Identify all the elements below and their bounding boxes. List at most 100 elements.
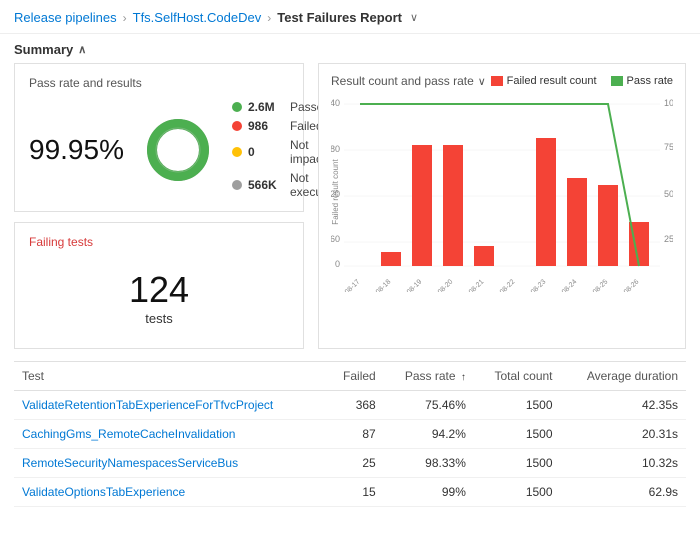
col-header-failed: Failed [327, 362, 384, 391]
failing-tests-content: 124 tests [29, 259, 289, 336]
table-row: CachingGms_RemoteCacheInvalidation 87 94… [14, 420, 686, 449]
svg-text:100: 100 [664, 98, 673, 108]
svg-text:0: 0 [335, 259, 340, 269]
chart-legend-failed-color [491, 76, 503, 86]
pass-rate-title: Pass rate and results [29, 76, 289, 90]
left-panel: Pass rate and results 99.95% [14, 63, 304, 349]
bar-3 [443, 145, 463, 266]
chart-title: Result count and pass rate ∨ [331, 74, 486, 88]
pass-rate-percentage: 99.95% [29, 134, 124, 166]
cell-avg-duration: 20.31s [561, 420, 686, 449]
table-header-row: Test Failed Pass rate ↑ Total count Aver… [14, 362, 686, 391]
cell-pass-rate: 99% [384, 478, 474, 507]
svg-text:25: 25 [664, 234, 673, 244]
legend-failed-value: 986 [248, 119, 284, 133]
chart-legend-passrate: Pass rate [611, 75, 673, 87]
cell-avg-duration: 42.35s [561, 391, 686, 420]
breadcrumb: Release pipelines › Tfs.SelfHost.CodeDev… [0, 0, 700, 34]
svg-text:2018-08-22: 2018-08-22 [486, 278, 516, 292]
summary-toggle-icon[interactable]: ∧ [78, 43, 86, 56]
cell-pass-rate: 94.2% [384, 420, 474, 449]
table-row: ValidateOptionsTabExperience 15 99% 1500… [14, 478, 686, 507]
cell-total: 1500 [474, 449, 561, 478]
bar-2 [412, 145, 432, 266]
bar-7 [567, 178, 587, 266]
cell-test-name[interactable]: ValidateOptionsTabExperience [14, 478, 327, 507]
col-header-test: Test [14, 362, 327, 391]
pass-rate-card: Pass rate and results 99.95% [14, 63, 304, 212]
svg-text:240: 240 [331, 98, 340, 108]
svg-text:2018-08-19: 2018-08-19 [393, 278, 423, 292]
cell-test-name[interactable]: ValidateRetentionTabExperienceForTfvcPro… [14, 391, 327, 420]
table-row: ValidateRetentionTabExperienceForTfvcPro… [14, 391, 686, 420]
cell-failed: 15 [327, 478, 384, 507]
chart-legend-area: Failed result count Pass rate [491, 75, 673, 87]
svg-text:50: 50 [664, 189, 673, 199]
legend-passed-dot [232, 102, 242, 112]
bar-1 [381, 252, 401, 266]
test-results-table: Test Failed Pass rate ↑ Total count Aver… [14, 362, 686, 507]
breadcrumb-dropdown-icon[interactable]: ∨ [410, 11, 418, 24]
sort-icon: ↑ [461, 372, 466, 383]
col-header-passrate[interactable]: Pass rate ↑ [384, 362, 474, 391]
table-row: RemoteSecurityNamespacesServiceBus 25 98… [14, 449, 686, 478]
failing-tests-label: tests [145, 311, 172, 326]
bar-4 [474, 246, 494, 266]
cell-failed: 368 [327, 391, 384, 420]
svg-text:2018-08-21: 2018-08-21 [455, 278, 485, 292]
chart-legend-passrate-label: Pass rate [627, 75, 673, 87]
legend-not-executed-dot [232, 180, 242, 190]
cell-avg-duration: 10.32s [561, 449, 686, 478]
col-header-total: Total count [474, 362, 561, 391]
cell-avg-duration: 62.9s [561, 478, 686, 507]
breadcrumb-sep-1: › [123, 11, 127, 25]
cell-total: 1500 [474, 478, 561, 507]
cell-failed: 87 [327, 420, 384, 449]
chart-legend-failed: Failed result count [491, 75, 597, 87]
svg-text:60: 60 [331, 234, 340, 244]
svg-text:Failed result count: Failed result count [331, 159, 340, 225]
cell-pass-rate: 75.46% [384, 391, 474, 420]
cell-pass-rate: 98.33% [384, 449, 474, 478]
chart-legend-failed-label: Failed result count [507, 75, 597, 87]
bar-8 [598, 185, 618, 266]
legend-not-executed-value: 566K [248, 178, 284, 192]
chart-title-text: Result count and pass rate [331, 74, 474, 88]
main-content: Pass rate and results 99.95% [0, 63, 700, 349]
chart-header: Result count and pass rate ∨ Failed resu… [331, 74, 673, 88]
cell-test-name[interactable]: RemoteSecurityNamespacesServiceBus [14, 449, 327, 478]
svg-text:2018-08-20: 2018-08-20 [424, 278, 454, 292]
svg-text:2018-08-18: 2018-08-18 [362, 278, 392, 292]
summary-section-header: Summary ∧ [0, 34, 700, 63]
failing-tests-card: Failing tests 124 tests [14, 222, 304, 349]
chart-dropdown-icon[interactable]: ∨ [478, 75, 486, 88]
svg-text:2018-08-23: 2018-08-23 [517, 278, 547, 292]
svg-text:75: 75 [664, 142, 673, 152]
svg-text:2018-08-17: 2018-08-17 [331, 278, 361, 292]
bar-6 [536, 138, 556, 266]
donut-svg [142, 114, 214, 186]
breadcrumb-sep-2: › [267, 11, 271, 25]
legend-passed-value: 2.6M [248, 100, 284, 114]
pass-rate-line [360, 104, 639, 266]
failing-tests-title: Failing tests [29, 235, 289, 249]
breadcrumb-item-release[interactable]: Release pipelines [14, 10, 117, 25]
cell-total: 1500 [474, 420, 561, 449]
legend-failed-dot [232, 121, 242, 131]
summary-title: Summary [14, 42, 73, 57]
test-results-table-section: Test Failed Pass rate ↑ Total count Aver… [14, 361, 686, 507]
svg-text:2018-08-24: 2018-08-24 [548, 278, 578, 292]
legend-not-impacted-value: 0 [248, 145, 284, 159]
cell-total: 1500 [474, 391, 561, 420]
chart-legend-passrate-color [611, 76, 623, 86]
result-chart-panel: Result count and pass rate ∨ Failed resu… [318, 63, 686, 349]
table-body: ValidateRetentionTabExperienceForTfvcPro… [14, 391, 686, 507]
pass-rate-content: 99.95% [29, 100, 289, 199]
breadcrumb-item-current: Test Failures Report [277, 10, 402, 25]
cell-test-name[interactable]: CachingGms_RemoteCacheInvalidation [14, 420, 327, 449]
svg-text:2018-08-25: 2018-08-25 [579, 278, 609, 292]
col-header-avg-duration: Average duration [561, 362, 686, 391]
svg-text:180: 180 [331, 144, 340, 154]
breadcrumb-item-selfhost[interactable]: Tfs.SelfHost.CodeDev [133, 10, 262, 25]
cell-failed: 25 [327, 449, 384, 478]
